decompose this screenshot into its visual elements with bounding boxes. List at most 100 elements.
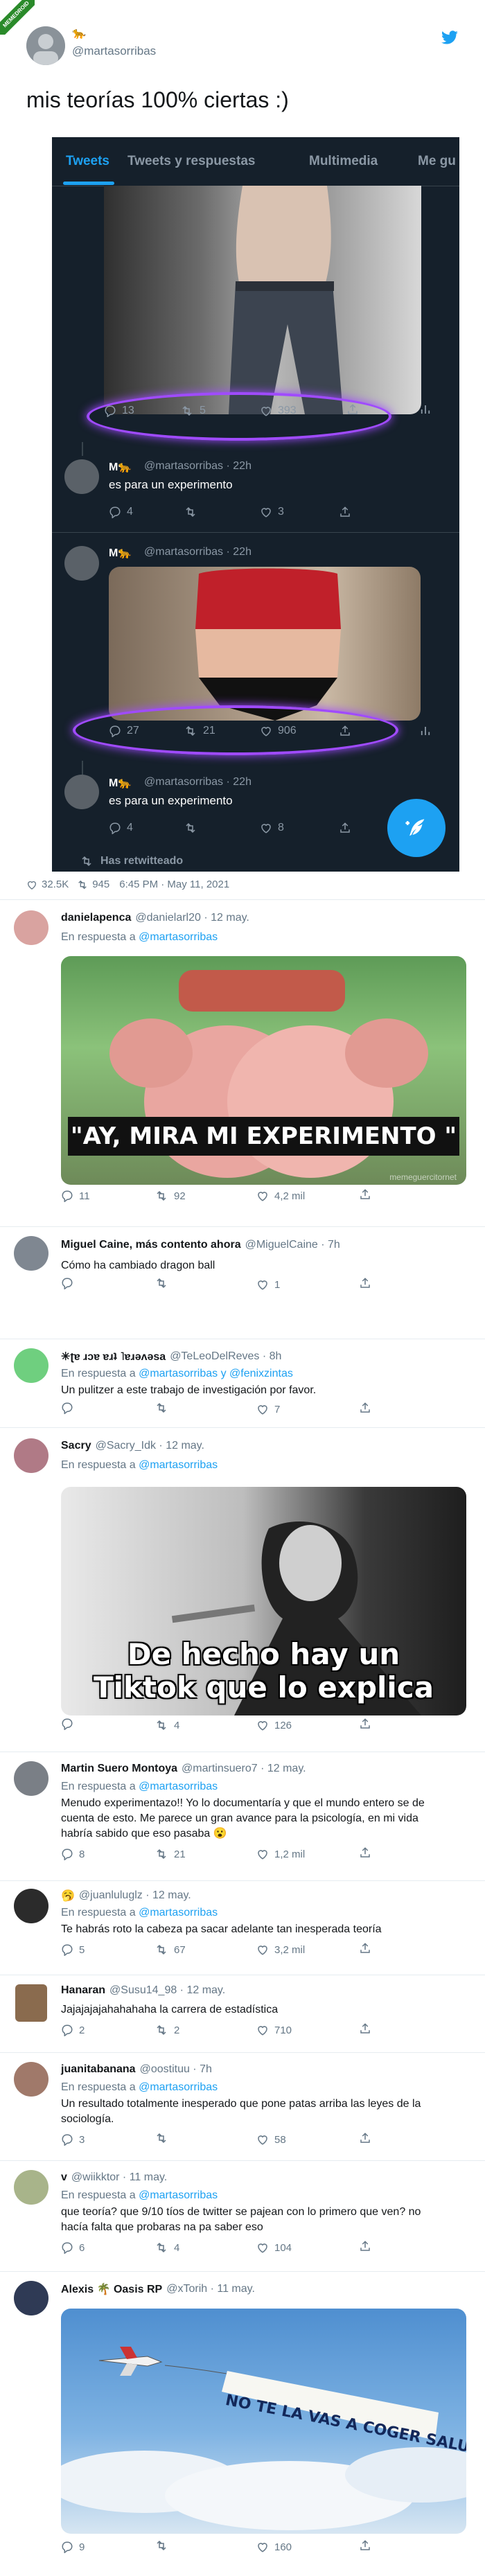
display-name[interactable]: Miguel Caine, más contento ahora bbox=[61, 1239, 241, 1251]
retweet-button[interactable]: 4 bbox=[155, 1719, 179, 1731]
like-button[interactable]: 160 bbox=[256, 2541, 292, 2553]
avatar[interactable] bbox=[14, 1889, 48, 1923]
reply-button[interactable] bbox=[61, 1402, 73, 1417]
retweet-button[interactable] bbox=[155, 2539, 168, 2555]
avatar[interactable] bbox=[14, 2170, 48, 2205]
display-name[interactable]: danielapenca bbox=[61, 912, 131, 924]
like-button[interactable]: 7 bbox=[256, 1403, 280, 1415]
retweet-button[interactable]: 21 bbox=[184, 725, 215, 737]
avatar[interactable] bbox=[14, 1438, 48, 1473]
like-button[interactable]: 126 bbox=[256, 1719, 292, 1731]
display-name[interactable]: ✳ʈɐ ɹɔɐ ɐɹʇ ˥ɐɹǝʌǝsa bbox=[61, 1350, 166, 1364]
reply-button[interactable] bbox=[61, 1718, 73, 1733]
like-button[interactable]: 4,2 mil bbox=[256, 1190, 305, 1202]
like-button[interactable]: 710 bbox=[256, 2024, 292, 2036]
like-button[interactable]: 906 bbox=[260, 725, 297, 737]
share-icon[interactable] bbox=[359, 1942, 371, 1957]
post2-photo[interactable] bbox=[109, 567, 421, 721]
handle[interactable]: @MiguelCaine · 7h bbox=[245, 1239, 340, 1251]
share-icon[interactable] bbox=[359, 2022, 371, 2038]
meme-image[interactable]: "AY, MIRA MI EXPERIMENTO " memeguercitor… bbox=[61, 956, 466, 1185]
reply-button[interactable]: 6 bbox=[61, 2241, 85, 2254]
post2-avatar[interactable] bbox=[64, 546, 99, 581]
analytics-icon[interactable] bbox=[419, 403, 432, 419]
share-icon[interactable] bbox=[359, 2240, 371, 2255]
like-button[interactable]: 58 bbox=[256, 2133, 286, 2146]
share-icon[interactable] bbox=[359, 1402, 371, 1417]
reply-button[interactable]: 11 bbox=[61, 1190, 90, 1202]
tab-media[interactable]: Multimedia bbox=[309, 154, 378, 169]
mention-link[interactable]: @martasorribas bbox=[139, 2081, 218, 2093]
display-name[interactable]: Martin Suero Montoya bbox=[61, 1763, 177, 1775]
avatar[interactable] bbox=[14, 2062, 48, 2097]
reply-button[interactable]: 3 bbox=[61, 2133, 85, 2146]
banner-image[interactable]: NO TE LA VAS A COGER SALU2 bbox=[61, 2309, 466, 2534]
author-avatar[interactable] bbox=[26, 26, 65, 65]
retweet-button[interactable]: 21 bbox=[155, 1848, 186, 1860]
display-name[interactable]: v bbox=[61, 2171, 67, 2184]
share-icon[interactable] bbox=[339, 822, 351, 838]
retweet-button[interactable]: 4 bbox=[155, 2241, 179, 2254]
retweet-button[interactable] bbox=[184, 506, 197, 522]
like-button[interactable]: 8 bbox=[260, 822, 284, 834]
display-name[interactable]: juanitabanana bbox=[61, 2063, 136, 2076]
retweet-button[interactable] bbox=[155, 1402, 168, 1417]
retweet-button[interactable]: 67 bbox=[155, 1943, 186, 1956]
reply-button[interactable]: 4 bbox=[109, 506, 133, 518]
reply-button[interactable]: 9 bbox=[61, 2541, 85, 2553]
tab-tweets-and-replies[interactable]: Tweets y respuestas bbox=[127, 154, 255, 169]
analytics-icon[interactable] bbox=[419, 725, 432, 741]
share-icon[interactable] bbox=[339, 725, 351, 741]
avatar[interactable] bbox=[14, 2281, 48, 2315]
reply-button[interactable]: 8 bbox=[61, 1848, 85, 1860]
author-handle[interactable]: @martasorribas bbox=[72, 44, 156, 58]
reply-button[interactable]: 27 bbox=[109, 725, 139, 737]
handle[interactable]: @Sacry_Idk · 12 may. bbox=[96, 1440, 204, 1452]
mention-link[interactable]: @martasorribas bbox=[139, 1781, 218, 1792]
retweet-button[interactable]: 2 bbox=[155, 2024, 179, 2036]
reply-button[interactable]: 4 bbox=[109, 822, 133, 834]
handle[interactable]: @danielarl20 · 12 may. bbox=[135, 912, 249, 924]
avatar[interactable] bbox=[14, 1236, 48, 1271]
handle[interactable]: @xTorih · 11 may. bbox=[166, 2283, 255, 2295]
like-button[interactable]: 3,2 mil bbox=[256, 1943, 305, 1956]
handle[interactable]: @martinsuero7 · 12 may. bbox=[182, 1763, 306, 1775]
avatar[interactable] bbox=[14, 910, 48, 945]
share-icon[interactable] bbox=[359, 2539, 371, 2555]
retweet-button[interactable] bbox=[155, 1277, 168, 1292]
retweet-button[interactable] bbox=[184, 822, 197, 838]
post1-photo[interactable] bbox=[104, 186, 421, 414]
display-name[interactable]: Hanaran bbox=[61, 1984, 105, 1997]
like-button[interactable]: 104 bbox=[256, 2241, 292, 2254]
like-button[interactable]: 1,2 mil bbox=[256, 1848, 305, 1860]
mention-link[interactable]: @martasorribas bbox=[139, 1459, 218, 1471]
share-icon[interactable] bbox=[346, 403, 359, 419]
twitter-bird-icon[interactable] bbox=[441, 30, 459, 49]
share-icon[interactable] bbox=[359, 1846, 371, 1862]
share-icon[interactable] bbox=[359, 1277, 371, 1292]
display-name[interactable]: Alexis 🌴 Oasis RP bbox=[61, 2282, 162, 2296]
mention-link[interactable]: @martasorribas bbox=[139, 1907, 218, 1918]
reply2-avatar[interactable] bbox=[64, 775, 99, 809]
meme-image[interactable]: De hecho hay un Tiktok que lo explica bbox=[61, 1487, 466, 1715]
handle[interactable]: @juanluluglz · 12 may. bbox=[79, 1889, 191, 1902]
mention-link[interactable]: @martasorribas bbox=[139, 931, 218, 943]
handle[interactable]: @oostituu · 7h bbox=[140, 2063, 212, 2076]
tab-tweets[interactable]: Tweets bbox=[66, 154, 109, 169]
reply1-avatar[interactable] bbox=[64, 459, 99, 494]
handle[interactable]: @Susu14_98 · 12 may. bbox=[109, 1984, 225, 1997]
share-icon[interactable] bbox=[339, 506, 351, 522]
retweet-button[interactable]: 92 bbox=[155, 1190, 186, 1202]
reply-button[interactable]: 5 bbox=[61, 1943, 85, 1956]
display-name[interactable]: Sacry bbox=[61, 1440, 91, 1452]
like-button[interactable]: 393 bbox=[260, 405, 297, 417]
like-button[interactable]: 3 bbox=[260, 506, 284, 518]
handle[interactable]: @TeLeoDelReves · 8h bbox=[170, 1350, 281, 1363]
tab-likes[interactable]: Me gu bbox=[418, 154, 456, 169]
reply-button[interactable]: 13 bbox=[104, 405, 134, 417]
reply-button[interactable]: 2 bbox=[61, 2024, 85, 2036]
avatar[interactable] bbox=[14, 1761, 48, 1796]
share-icon[interactable] bbox=[359, 2132, 371, 2147]
like-button[interactable]: 1 bbox=[256, 1278, 280, 1291]
share-icon[interactable] bbox=[359, 1188, 371, 1203]
